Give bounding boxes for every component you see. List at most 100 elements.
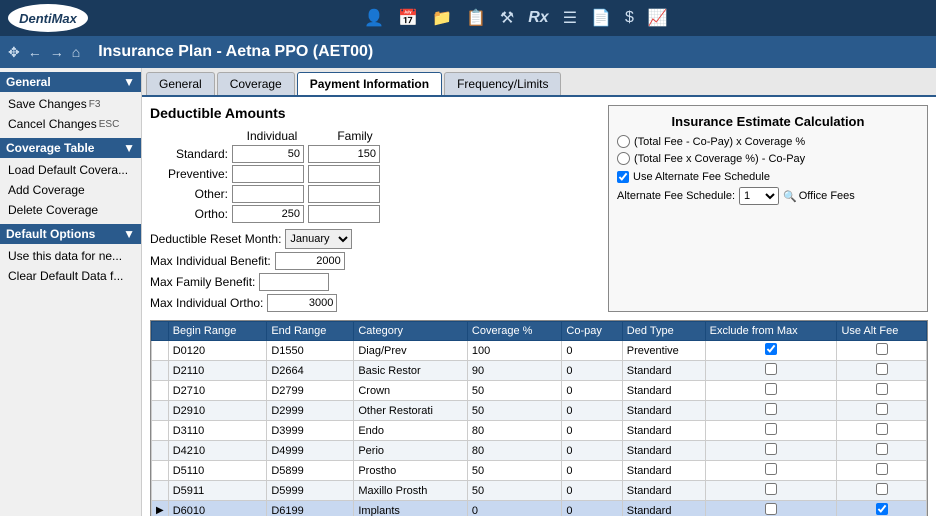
cell-use-alt-fee[interactable] — [837, 481, 927, 501]
tab-coverage[interactable]: Coverage — [217, 72, 295, 95]
top-section: Deductible Amounts Individual Family Sta… — [150, 105, 928, 312]
max-family-input[interactable] — [259, 273, 329, 291]
exclude-max-checkbox[interactable] — [765, 443, 777, 455]
ded-ortho-family[interactable] — [308, 205, 380, 223]
use-alt-fee-checkbox-row[interactable] — [876, 503, 888, 515]
calc-option2-radio[interactable] — [617, 152, 630, 165]
sidebar-section-default-options[interactable]: Default Options ▼ — [0, 224, 141, 244]
folder-icon[interactable]: 📁 — [432, 8, 452, 28]
exclude-max-checkbox[interactable] — [765, 383, 777, 395]
tab-general[interactable]: General — [146, 72, 215, 95]
table-row[interactable]: D4210D4999Perio800Standard — [152, 441, 927, 461]
home-icon[interactable]: ⌂ — [72, 44, 80, 60]
use-alt-fee-checkbox-row[interactable] — [876, 443, 888, 455]
cursor-icon[interactable]: ✥ — [8, 44, 20, 61]
table-row[interactable]: D5911D5999Maxillo Prosth500Standard — [152, 481, 927, 501]
cell-exclude-max[interactable] — [705, 341, 837, 361]
cell-exclude-max[interactable] — [705, 401, 837, 421]
cell-use-alt-fee[interactable] — [837, 381, 927, 401]
sidebar-item-load-default[interactable]: Load Default Covera... — [0, 160, 141, 180]
tools-icon[interactable]: ⚒ — [500, 8, 514, 28]
exclude-max-checkbox[interactable] — [765, 503, 777, 515]
person-icon[interactable]: 👤 — [364, 8, 384, 28]
list-icon[interactable]: ☰ — [563, 8, 577, 28]
ded-other-individual[interactable] — [232, 185, 304, 203]
tab-bar: General Coverage Payment Information Fre… — [142, 68, 936, 97]
cell-use-alt-fee[interactable] — [837, 501, 927, 516]
cell-begin: D2910 — [168, 401, 267, 421]
cell-exclude-max[interactable] — [705, 441, 837, 461]
tab-payment-information[interactable]: Payment Information — [297, 72, 442, 95]
exclude-max-checkbox[interactable] — [765, 463, 777, 475]
exclude-max-checkbox[interactable] — [765, 403, 777, 415]
cell-exclude-max[interactable] — [705, 381, 837, 401]
cell-exclude-max[interactable] — [705, 421, 837, 441]
use-alt-fee-checkbox-row[interactable] — [876, 483, 888, 495]
ded-preventive-family[interactable] — [308, 165, 380, 183]
cell-category: Perio — [354, 441, 468, 461]
document-icon[interactable]: 📄 — [591, 8, 611, 28]
table-row[interactable]: D5110D5899Prostho500Standard — [152, 461, 927, 481]
sidebar-item-cancel-changes[interactable]: Cancel Changes ESC — [0, 114, 141, 134]
ded-standard-individual[interactable] — [232, 145, 304, 163]
exclude-max-checkbox[interactable] — [765, 483, 777, 495]
calendar-icon[interactable]: 📅 — [398, 8, 418, 28]
table-row[interactable]: D2710D2799Crown500Standard — [152, 381, 927, 401]
row-arrow — [152, 421, 169, 441]
cell-use-alt-fee[interactable] — [837, 401, 927, 421]
exclude-max-checkbox[interactable] — [765, 363, 777, 375]
cell-use-alt-fee[interactable] — [837, 461, 927, 481]
table-row[interactable]: D3110D3999Endo800Standard — [152, 421, 927, 441]
cell-exclude-max[interactable] — [705, 481, 837, 501]
ded-standard-family[interactable] — [308, 145, 380, 163]
cell-ded_type: Standard — [622, 481, 705, 501]
table-row[interactable]: D2910D2999Other Restorati500Standard — [152, 401, 927, 421]
tab-frequency-limits[interactable]: Frequency/Limits — [444, 72, 561, 95]
sidebar-section-coverage-table[interactable]: Coverage Table ▼ — [0, 138, 141, 158]
cell-use-alt-fee[interactable] — [837, 441, 927, 461]
use-alt-fee-checkbox[interactable] — [617, 171, 629, 183]
sidebar-item-delete-coverage[interactable]: Delete Coverage — [0, 200, 141, 220]
cell-use-alt-fee[interactable] — [837, 361, 927, 381]
sidebar-item-use-this-data[interactable]: Use this data for ne... — [0, 246, 141, 266]
office-fees-link[interactable]: 🔍 Office Fees — [783, 190, 855, 203]
forward-icon[interactable]: → — [50, 44, 64, 60]
max-individual-ortho-input[interactable] — [267, 294, 337, 312]
max-individual-input[interactable] — [275, 252, 345, 270]
use-alt-fee-checkbox-row[interactable] — [876, 343, 888, 355]
ded-ortho-individual[interactable] — [232, 205, 304, 223]
use-alt-fee-checkbox-row[interactable] — [876, 403, 888, 415]
sidebar-item-save-changes[interactable]: Save Changes F3 — [0, 94, 141, 114]
exclude-max-checkbox[interactable] — [765, 343, 777, 355]
back-icon[interactable]: ← — [28, 44, 42, 60]
cell-coverage: 50 — [467, 481, 561, 501]
cell-exclude-max[interactable] — [705, 361, 837, 381]
ded-other-family[interactable] — [308, 185, 380, 203]
alt-fee-select[interactable]: 1 2 — [739, 187, 779, 205]
table-row[interactable]: D2110D2664Basic Restor900Standard — [152, 361, 927, 381]
clipboard-icon[interactable]: 📋 — [466, 8, 486, 28]
sidebar-section-general[interactable]: General ▼ — [0, 72, 141, 92]
delete-coverage-label: Delete Coverage — [8, 203, 98, 217]
use-alt-fee-checkbox-row[interactable] — [876, 383, 888, 395]
table-row[interactable]: D0120D1550Diag/Prev1000Preventive — [152, 341, 927, 361]
calc-option1-radio[interactable] — [617, 135, 630, 148]
row-arrow — [152, 461, 169, 481]
dollar-icon[interactable]: $ — [625, 9, 634, 27]
sidebar-item-add-coverage[interactable]: Add Coverage — [0, 180, 141, 200]
sidebar-item-clear-default[interactable]: Clear Default Data f... — [0, 266, 141, 286]
deductible-reset-select[interactable]: January February March — [285, 229, 352, 249]
exclude-max-checkbox[interactable] — [765, 423, 777, 435]
chart-icon[interactable]: 📈 — [648, 8, 668, 28]
table-row[interactable]: ▶D6010D6199Implants00Standard — [152, 501, 927, 516]
rx-icon[interactable]: Rx — [528, 9, 548, 27]
use-alt-fee-checkbox-row[interactable] — [876, 423, 888, 435]
cell-exclude-max[interactable] — [705, 501, 837, 516]
deductible-area: Deductible Amounts Individual Family Sta… — [150, 105, 600, 312]
use-alt-fee-checkbox-row[interactable] — [876, 363, 888, 375]
cell-exclude-max[interactable] — [705, 461, 837, 481]
ded-preventive-individual[interactable] — [232, 165, 304, 183]
cell-use-alt-fee[interactable] — [837, 421, 927, 441]
cell-use-alt-fee[interactable] — [837, 341, 927, 361]
use-alt-fee-checkbox-row[interactable] — [876, 463, 888, 475]
